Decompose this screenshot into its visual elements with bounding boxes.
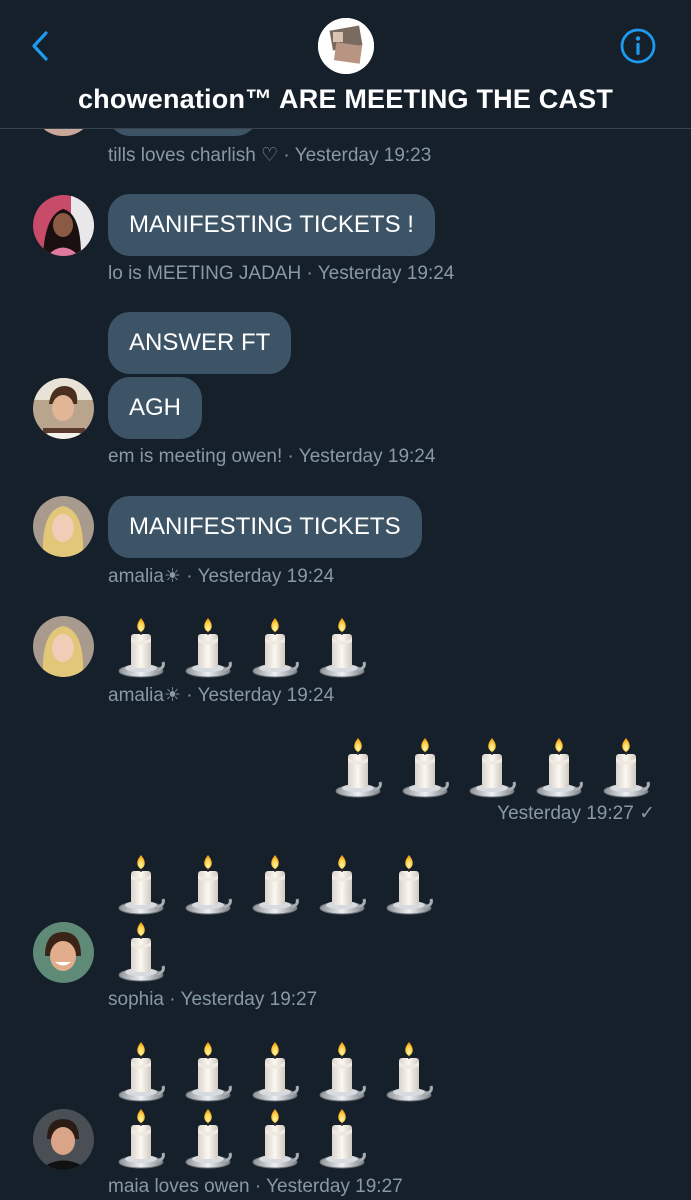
info-icon[interactable] [618,26,658,66]
message-bubble[interactable]: MANIFESTING TICKETS ! [108,194,435,256]
candle-icon [334,738,382,798]
candle-icon [184,1109,232,1169]
meta-separator: · [306,263,313,284]
sender-name: em is meeting owen! [108,446,283,467]
conversation-header: chowenation™ ARE MEETING THE CAST [0,0,691,129]
emoji-message[interactable] [115,855,435,915]
message-meta: amalia☀ · Yesterday 19:24 [108,684,334,707]
message-meta: amalia☀ · Yesterday 19:24 [108,565,334,588]
meta-separator: · [186,685,193,706]
message-time: Yesterday 19:27 [266,1176,403,1197]
message-time: Yesterday 19:24 [197,566,335,587]
sender-name: amalia☀ [108,566,182,587]
avatar[interactable] [33,1109,94,1170]
message-time: Yesterday 19:24 [197,685,335,706]
message-bubble[interactable]: AGH [108,377,203,439]
candle-icon [318,1109,366,1169]
avatar[interactable] [33,922,94,983]
sender-name: amalia☀ [108,685,182,706]
emoji-message[interactable] [115,618,368,678]
message-time: Yesterday 19:23 [294,145,432,166]
sender-name: sophia [108,989,164,1010]
candle-icon [602,738,650,798]
meta-separator: · [283,145,290,166]
candle-icon [318,1042,366,1102]
candle-icon [385,855,433,915]
candle-icon [251,1042,299,1102]
message-bubble[interactable]: ANSWER FT [108,312,292,374]
candle-icon [535,738,583,798]
avatar[interactable] [33,378,94,439]
message-time: Yesterday 19:24 [298,446,436,467]
message-meta: em is meeting owen! · Yesterday 19:24 [108,446,435,468]
candle-icon [251,618,299,678]
candle-icon [117,1109,165,1169]
sender-name: lo is MEETING JADAH [108,263,302,284]
candle-icon [251,855,299,915]
meta-separator: · [254,1176,262,1197]
message-time: Yesterday 19:27 [497,803,634,824]
avatar[interactable] [33,195,94,256]
candle-icon [401,738,449,798]
chevron-left-icon[interactable] [26,28,56,64]
message-meta: Yesterday 19:27 ✓ [497,802,655,825]
meta-separator: · [169,989,176,1010]
candle-icon [385,1042,433,1102]
sender-name: maia loves owen [108,1176,250,1197]
meta-separator: · [186,566,193,587]
candle-icon [318,618,366,678]
candle-icon [117,618,165,678]
candle-icon [184,618,232,678]
meta-separator: · [287,446,294,467]
emoji-message[interactable] [115,1109,368,1169]
emoji-message[interactable] [332,738,652,798]
candle-icon [117,1042,165,1102]
checkmark-icon: ✓ [639,803,655,824]
message-meta: lo is MEETING JADAH · Yesterday 19:24 [108,263,454,285]
candle-icon [318,855,366,915]
group-avatar[interactable] [318,18,374,74]
message-meta: tills loves charlish ♡ · Yesterday 19:23 [108,144,431,167]
candle-icon [468,738,516,798]
message-time: Yesterday 19:27 [180,989,318,1010]
message-time: Yesterday 19:24 [317,263,455,284]
conversation-title[interactable]: chowenation™ ARE MEETING THE CAST [0,84,691,115]
emoji-message[interactable] [115,1042,435,1102]
candle-icon [117,922,165,982]
avatar[interactable] [33,616,94,677]
avatar[interactable] [33,496,94,557]
message-meta: maia loves owen · Yesterday 19:27 [108,1176,403,1198]
sender-name: tills loves charlish ♡ [108,145,279,166]
candle-icon [251,1109,299,1169]
candle-icon [117,855,165,915]
message-bubble[interactable]: MANIFESTING TICKETS [108,496,422,558]
candle-icon [184,855,232,915]
message-list[interactable]: tills loves charlish ♡ · Yesterday 19:23… [0,0,691,1200]
candle-icon [184,1042,232,1102]
message-meta: sophia · Yesterday 19:27 [108,989,317,1011]
emoji-message[interactable] [115,922,167,982]
